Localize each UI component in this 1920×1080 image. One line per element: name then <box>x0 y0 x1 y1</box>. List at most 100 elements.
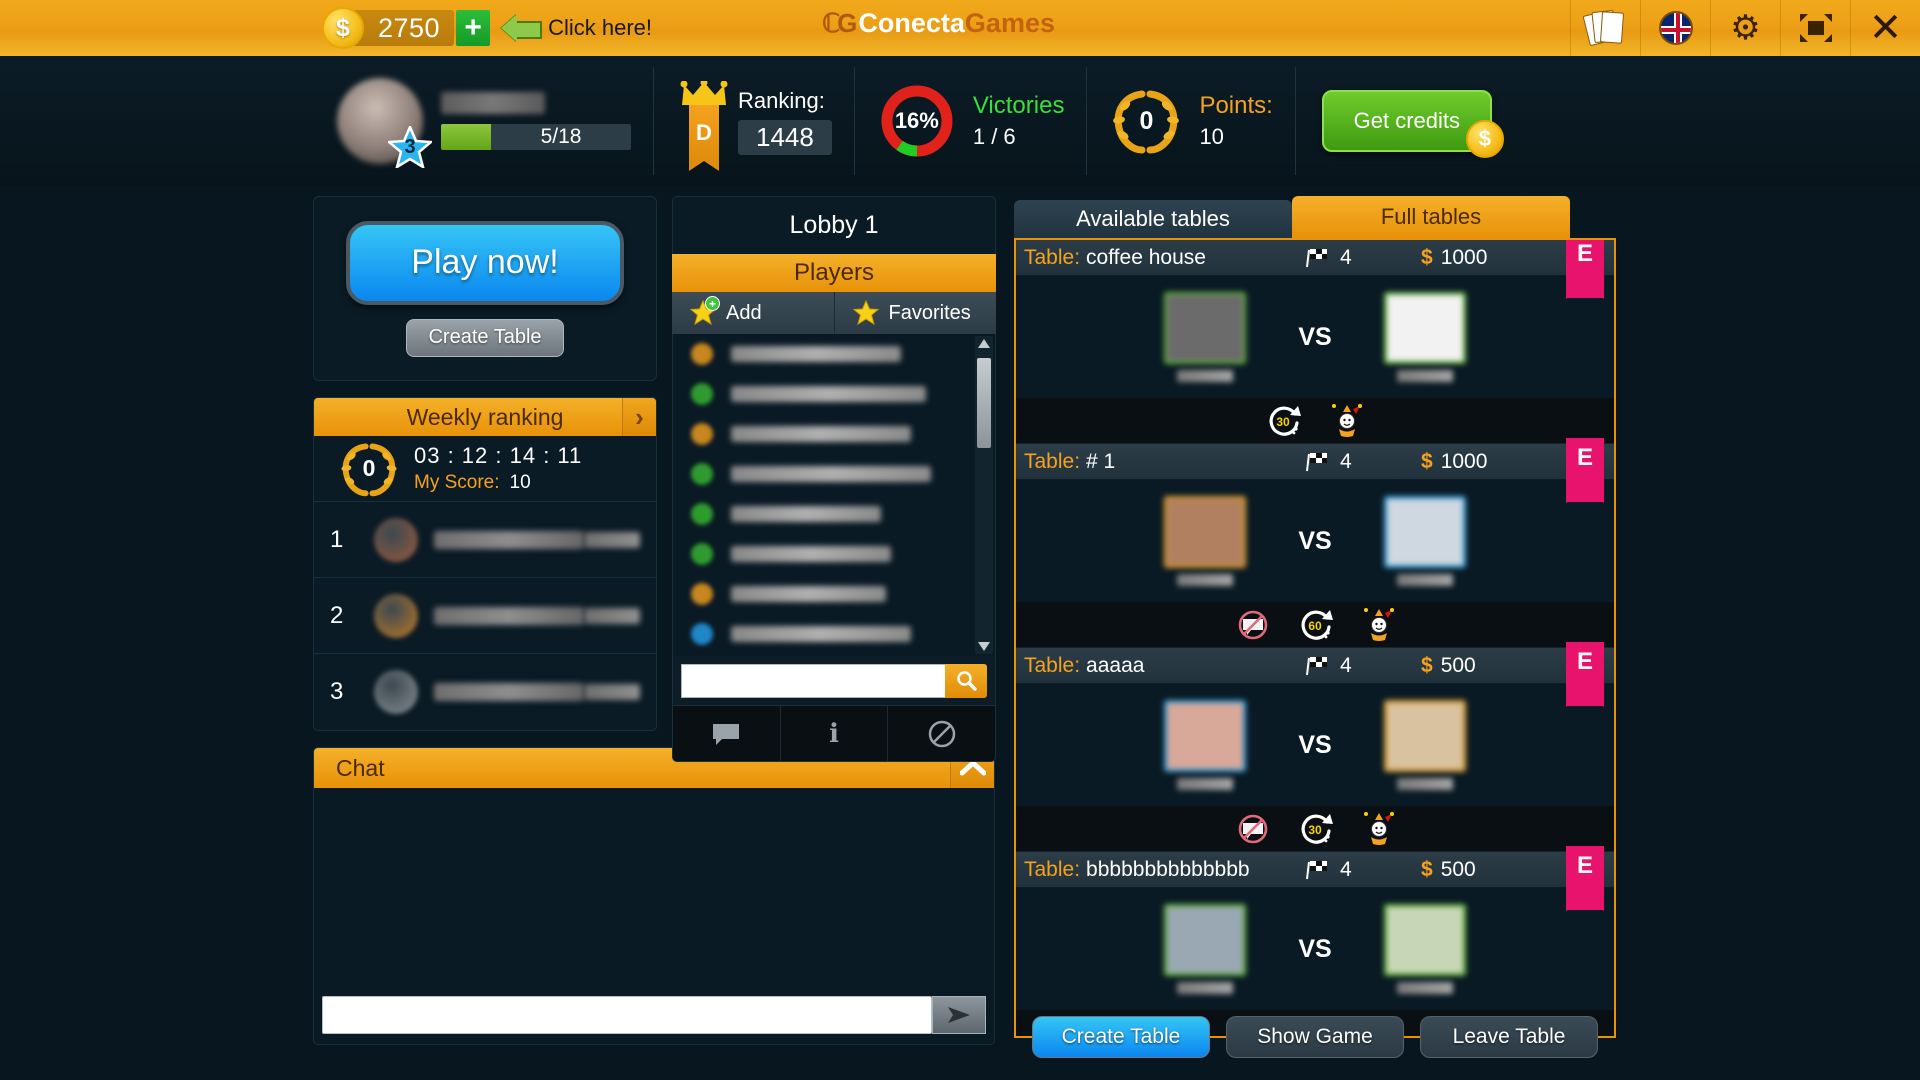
chat-bubble-button[interactable] <box>673 706 781 761</box>
cards-icon <box>1582 9 1626 47</box>
table-header-row[interactable]: Table: # 1 4 $1000 E <box>1016 438 1614 503</box>
player-status-dot <box>691 503 713 525</box>
player-list-item[interactable] <box>673 414 995 454</box>
timer-icon: 30 <box>1300 812 1334 846</box>
table-price: $500 <box>1421 653 1476 677</box>
scroll-up-icon[interactable] <box>978 339 990 348</box>
settings-button[interactable]: ⚙ <box>1710 0 1780 56</box>
player-list-item[interactable] <box>673 374 995 414</box>
checkered-flag-icon <box>1306 860 1327 879</box>
table-header-row[interactable]: Table: aaaaa 4 $500 E <box>1016 642 1614 707</box>
player-list-item[interactable] <box>673 574 995 614</box>
credits-widget[interactable]: $ 2750 + Click here! <box>322 6 652 50</box>
top-bar: $ 2750 + Click here! ℂG Conecta Games ⚙ <box>0 0 1920 56</box>
lobby-title: Lobby 1 <box>672 196 996 254</box>
table-header-row[interactable]: Table: coffee house 4 $1000 E <box>1016 240 1614 299</box>
player-status-dot <box>691 423 713 445</box>
click-here-label[interactable]: Click here! <box>548 15 652 41</box>
ranking-segment: D Ranking: 1448 <box>654 67 855 175</box>
player-list-item[interactable] <box>673 654 995 656</box>
leave-table-button[interactable]: Leave Table <box>1420 1016 1598 1058</box>
avatar[interactable]: 3 <box>337 78 435 170</box>
show-game-button[interactable]: Show Game <box>1226 1016 1404 1058</box>
tab-full-tables[interactable]: Full tables <box>1292 196 1570 238</box>
player-status-dot <box>691 463 713 485</box>
player-status-dot <box>691 383 713 405</box>
rank-player-name <box>434 530 584 549</box>
player-status-dot <box>691 623 713 645</box>
players-scrollbar[interactable] <box>975 336 993 654</box>
chat-input-row <box>314 986 994 1044</box>
my-score-row: My Score: 10 <box>414 472 582 494</box>
checkered-flag-icon <box>1306 248 1327 267</box>
main-area: Play now! Create Table Weekly ranking › <box>0 186 1920 1080</box>
table-players-row: VS <box>1016 684 1614 806</box>
weekly-ranking-title: Weekly ranking <box>406 403 564 430</box>
players-list[interactable] <box>672 334 996 656</box>
dollar-sign-icon: $ <box>1421 449 1433 473</box>
tables-list: Table: coffee house 4 $1000 E VS 30 Table: # 1 4 $… <box>1014 238 1616 1038</box>
crown-icon: D <box>676 81 732 171</box>
tables-column: Available tables Full tables Table: coffe… <box>1014 196 1616 1038</box>
player-status-dot <box>691 543 713 565</box>
info-button[interactable]: ℹ <box>781 706 889 761</box>
players-search-button[interactable] <box>945 663 987 698</box>
players-tabs: + Add Favorites <box>672 292 996 334</box>
create-table-button[interactable]: Create Table <box>1032 1016 1210 1058</box>
player-list-item[interactable] <box>673 454 995 494</box>
table-player-2[interactable] <box>1383 292 1466 382</box>
rank-player-name <box>434 683 584 701</box>
play-now-button[interactable]: Play now! <box>346 220 624 305</box>
table-player-2[interactable] <box>1383 496 1466 586</box>
table-name: coffee house <box>1086 245 1206 269</box>
table-header-row[interactable]: Table: bbbbbbbbbbbbbb 4 $500 E <box>1016 846 1614 911</box>
player-name <box>1177 778 1234 790</box>
cards-button[interactable] <box>1570 0 1640 56</box>
players-search-input[interactable] <box>681 663 945 698</box>
laurel-icon-small: 0 <box>338 441 400 497</box>
player-photo <box>1383 292 1466 364</box>
weekly-ranking-next-button[interactable]: › <box>622 398 656 436</box>
weekly-ranking-row[interactable]: 3 <box>314 654 656 730</box>
table-player-2[interactable] <box>1383 700 1466 790</box>
rank-player-score <box>584 684 640 700</box>
table-player-1[interactable] <box>1164 904 1247 994</box>
block-button[interactable] <box>888 706 995 761</box>
player-name <box>731 626 911 642</box>
add-credits-button[interactable]: + <box>456 10 491 46</box>
player-list-item[interactable] <box>673 614 995 654</box>
table-player-1[interactable] <box>1164 496 1247 586</box>
tab-add[interactable]: + Add <box>672 292 835 334</box>
get-credits-button[interactable]: Get credits $ <box>1321 90 1504 158</box>
left-column: Play now! Create Table Weekly ranking › <box>313 196 995 1045</box>
weekly-ranking-row[interactable]: 1 <box>314 502 656 578</box>
table-player-1[interactable] <box>1164 700 1247 790</box>
language-button[interactable] <box>1640 0 1710 56</box>
fullscreen-button[interactable] <box>1780 0 1850 56</box>
weekly-ranking-row[interactable]: 2 <box>314 578 656 654</box>
players-actions: ℹ <box>672 706 996 762</box>
profile-segment[interactable]: 3 5/18 <box>315 67 654 175</box>
scroll-down-icon[interactable] <box>978 642 990 651</box>
table-player-2[interactable] <box>1383 904 1466 994</box>
table-players: 4 <box>1306 246 1352 270</box>
joker-icon <box>1364 811 1394 846</box>
chevron-up-icon <box>959 760 986 776</box>
player-photo <box>1383 496 1466 568</box>
tab-available-tables[interactable]: Available tables <box>1014 200 1292 238</box>
player-list-item[interactable] <box>673 334 995 374</box>
timer-icon: 30 <box>1268 404 1302 438</box>
player-status-dot <box>691 583 713 605</box>
info-icon: ℹ <box>829 718 839 748</box>
close-button[interactable]: ✕ <box>1850 0 1920 56</box>
create-table-button-left[interactable]: Create Table <box>406 318 564 357</box>
chat-send-button[interactable] <box>932 996 986 1034</box>
table-name: # 1 <box>1086 449 1116 473</box>
player-list-item[interactable] <box>673 534 995 574</box>
rank-position: 1 <box>330 525 344 553</box>
player-list-item[interactable] <box>673 494 995 534</box>
tab-favorites[interactable]: Favorites <box>834 292 996 334</box>
chat-input[interactable] <box>322 996 932 1034</box>
table-player-1[interactable] <box>1164 292 1247 382</box>
table-label: Table: <box>1024 653 1081 677</box>
